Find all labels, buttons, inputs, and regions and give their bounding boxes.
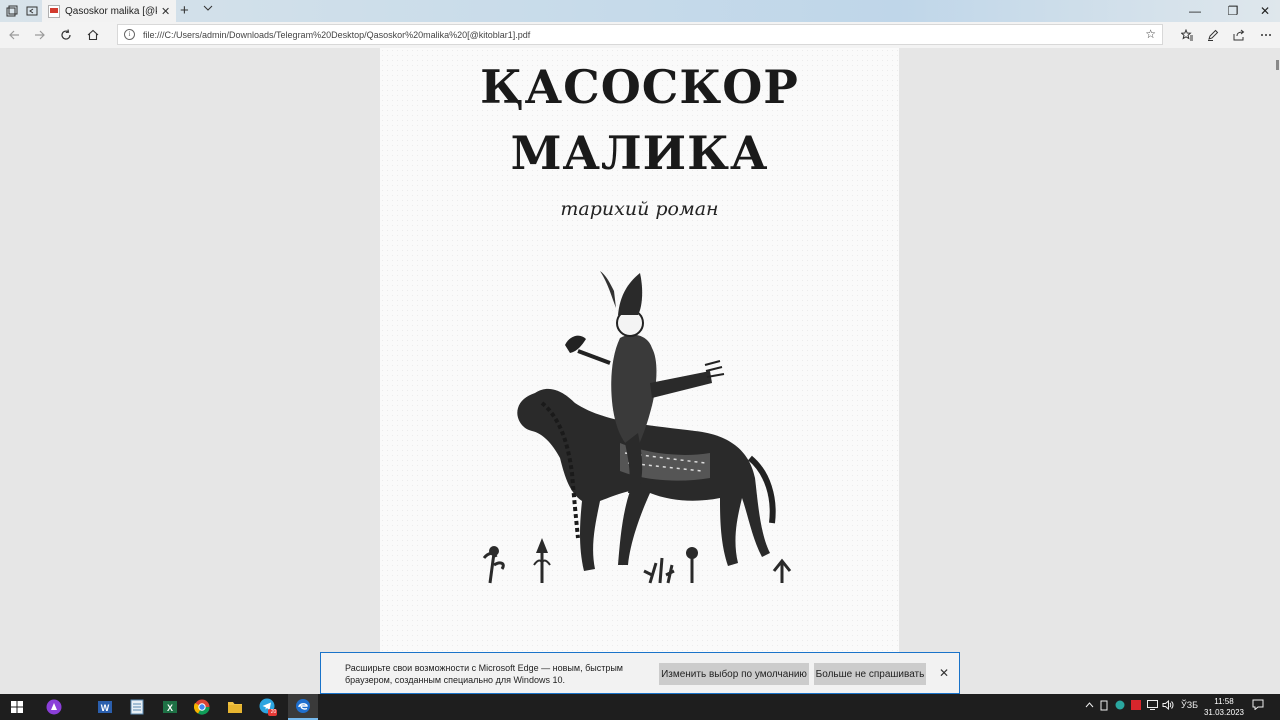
explorer-icon[interactable]	[226, 698, 244, 716]
scrollbar[interactable]	[1276, 60, 1279, 70]
navigation-bar: i file:///C:/Users/admin/Downloads/Teleg…	[0, 22, 1280, 48]
notification-close-button[interactable]: ✕	[939, 666, 949, 680]
refresh-icon[interactable]	[56, 26, 76, 44]
back-icon[interactable]	[4, 26, 24, 44]
horseman-illustration	[482, 271, 792, 584]
language-indicator[interactable]: ЎЗБ	[1181, 700, 1198, 710]
clock[interactable]: 11:58 31.03.2023	[1204, 696, 1244, 718]
new-tab-button[interactable]: +	[180, 2, 189, 19]
excel-icon[interactable]: X	[161, 698, 179, 716]
chevron-up-icon[interactable]	[1085, 700, 1094, 710]
start-icon[interactable]	[8, 698, 26, 716]
title-bar: Qasoskor malika [@kito ✕ + — ❐ ✕	[0, 0, 1280, 22]
telegram-icon[interactable]: 20	[259, 698, 277, 716]
notification-message: Расширьте свои возможности с Microsoft E…	[345, 663, 623, 685]
forward-icon[interactable]	[30, 26, 50, 44]
change-default-button[interactable]: Изменить выбор по умолчанию	[659, 663, 809, 685]
book-subtitle: тарихий роман	[560, 198, 719, 220]
restore-button[interactable]: ❐	[1216, 0, 1250, 22]
tab-close-button[interactable]: ✕	[161, 5, 170, 18]
pen-icon[interactable]	[1203, 26, 1223, 44]
tab-manager-icon[interactable]	[4, 3, 20, 19]
notepad-icon[interactable]	[128, 698, 146, 716]
tab-title: Qasoskor malika [@kito	[65, 5, 157, 17]
more-icon[interactable]	[1256, 26, 1276, 44]
pdf-viewer[interactable]: ҚАСОСКОР МАЛИКА тарихий роман	[0, 48, 1280, 694]
svg-text:W: W	[101, 703, 110, 713]
address-bar[interactable]: i file:///C:/Users/admin/Downloads/Teleg…	[117, 24, 1163, 45]
chrome-icon[interactable]	[193, 698, 211, 716]
telegram-badge: 20	[270, 709, 277, 715]
edge-promo-notification: Расширьте свои возможности с Microsoft E…	[320, 652, 960, 694]
home-icon[interactable]	[83, 26, 103, 44]
taskbar: W X 20 ЎЗБ 11:58 31.03.2023	[0, 694, 1280, 720]
clock-time: 11:58	[1214, 697, 1234, 706]
book-title-line1: ҚАСОСКОР	[480, 60, 799, 114]
favorites-icon[interactable]	[1177, 26, 1197, 44]
set-aside-icon[interactable]	[24, 3, 40, 19]
browser-tab[interactable]: Qasoskor malika [@kito ✕	[42, 0, 176, 22]
word-icon[interactable]: W	[96, 698, 114, 716]
share-icon[interactable]	[1229, 26, 1249, 44]
alice-icon[interactable]	[45, 698, 63, 716]
usb-icon[interactable]	[1100, 700, 1108, 713]
svg-text:X: X	[167, 703, 173, 713]
clock-date: 31.03.2023	[1203, 708, 1244, 717]
address-text[interactable]: file:///C:/Users/admin/Downloads/Telegra…	[143, 30, 530, 40]
chevron-down-icon[interactable]	[203, 3, 213, 16]
info-icon[interactable]: i	[124, 29, 135, 40]
edge-icon[interactable]	[288, 694, 318, 720]
network-icon[interactable]	[1147, 700, 1158, 712]
dont-ask-again-button[interactable]: Больше не спрашивать	[814, 663, 926, 685]
close-window-button[interactable]: ✕	[1248, 0, 1280, 22]
sync-icon[interactable]	[1115, 700, 1125, 712]
volume-icon[interactable]	[1162, 699, 1174, 712]
minimize-button[interactable]: —	[1178, 0, 1212, 22]
antivirus-icon[interactable]	[1131, 700, 1141, 712]
notifications-icon[interactable]	[1252, 699, 1264, 712]
favorite-star-icon[interactable]: ☆	[1145, 27, 1156, 41]
pdf-page[interactable]: ҚАСОСКОР МАЛИКА тарихий роман	[380, 48, 899, 694]
pdf-icon	[48, 4, 60, 18]
book-title-line2: МАЛИКА	[510, 126, 769, 180]
